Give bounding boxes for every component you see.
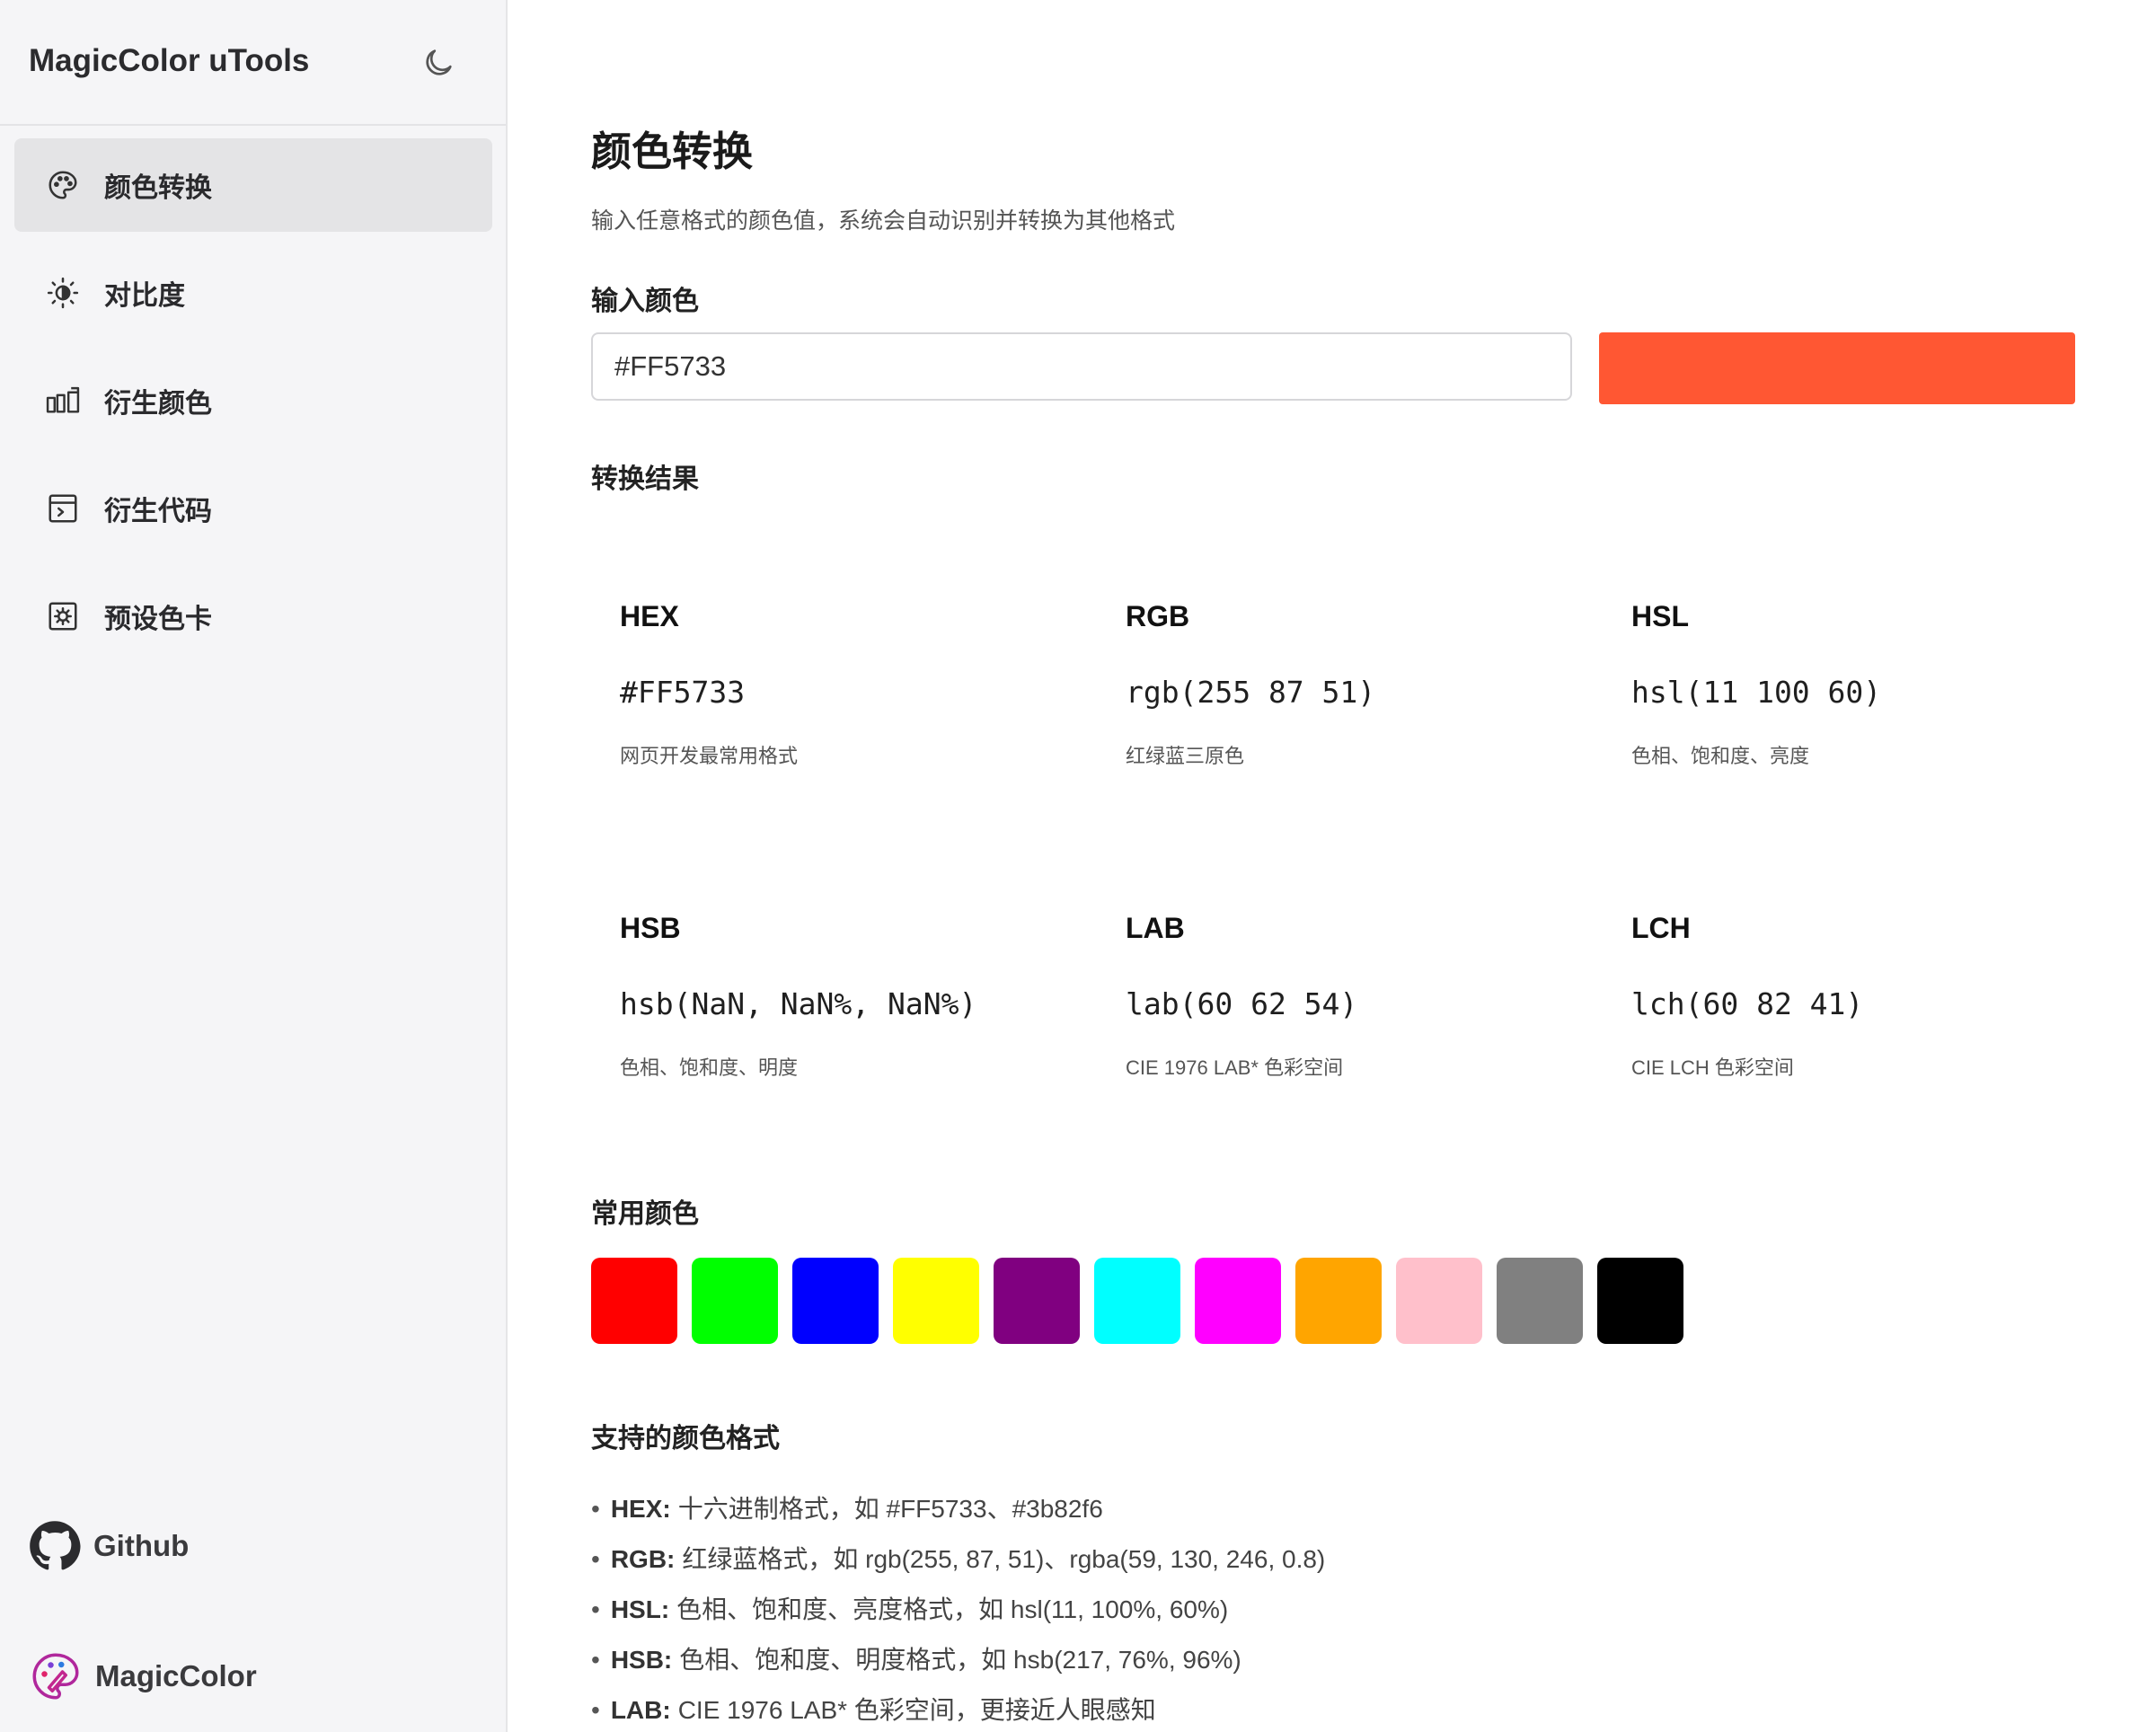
sidebar-item-label: 对比度 <box>104 281 185 311</box>
sidebar-item-label: 预设色卡 <box>104 605 212 634</box>
common-colors <box>591 1258 1698 1344</box>
sidebar-item-preset-cards[interactable]: 预设色卡 <box>14 570 492 663</box>
format-list-item: • HSB: 色相、饱和度、明度格式，如 hsb(217, 76%, 96%) <box>591 1635 1325 1685</box>
magiccolor-logo-icon <box>32 1653 79 1700</box>
format-key: LAB: <box>610 1696 671 1724</box>
github-link[interactable]: Github <box>29 1520 189 1572</box>
format-list-item: • HSL: 色相、饱和度、亮度格式，如 hsl(11, 100%, 60%) <box>591 1585 1325 1635</box>
format-name: LCH <box>1631 912 1691 944</box>
format-key: RGB: <box>610 1545 676 1573</box>
format-hint: 网页开发最常用格式 <box>620 745 799 767</box>
format-value[interactable]: lab(60 62 54) <box>1126 986 1611 1021</box>
format-value[interactable]: lch(60 82 41) <box>1631 986 2116 1021</box>
brand-row: MagicColor uTools <box>0 0 506 126</box>
color-input[interactable] <box>591 332 1572 401</box>
code-icon <box>45 490 81 526</box>
format-value[interactable]: rgb(255 87 51) <box>1126 675 1611 710</box>
page-description: 输入任意格式的颜色值，系统会自动识别并转换为其他格式 <box>591 208 1176 234</box>
preset-icon <box>45 598 81 634</box>
magiccolor-link[interactable]: MagicColor <box>29 1649 257 1703</box>
color-swatch[interactable] <box>1295 1258 1382 1344</box>
result-card-hsb: HSB hsb(NaN, NaN%, NaN%) 色相、饱和度、明度 <box>620 912 1105 1081</box>
bullet: • <box>591 1646 600 1674</box>
result-card-rgb: RGB rgb(255 87 51) 红绿蓝三原色 <box>1126 600 1611 769</box>
color-swatch[interactable] <box>692 1258 778 1344</box>
format-key: HSL: <box>610 1595 670 1623</box>
derive-icon <box>45 383 81 419</box>
format-hint: 色相、饱和度、亮度 <box>1631 745 1810 767</box>
color-swatch[interactable] <box>591 1258 677 1344</box>
color-swatch[interactable] <box>893 1258 979 1344</box>
contrast-icon <box>45 275 81 311</box>
bullet: • <box>591 1495 600 1523</box>
palette-icon <box>45 167 81 203</box>
sidebar-item-label: 衍生颜色 <box>104 389 212 419</box>
format-list-item: • RGB: 红绿蓝格式，如 rgb(255, 87, 51)、rgba(59, 1… <box>591 1534 1325 1585</box>
magiccolor-label: MagicColor <box>95 1659 257 1692</box>
results-title: 转换结果 <box>591 464 699 494</box>
result-card-hsl: HSL hsl(11 100 60) 色相、饱和度、亮度 <box>1631 600 2116 769</box>
bullet: • <box>591 1545 600 1573</box>
formats-title: 支持的颜色格式 <box>591 1424 780 1454</box>
app-title: MagicColor uTools <box>29 43 310 78</box>
format-key: HSB: <box>610 1646 673 1674</box>
format-value[interactable]: #FF5733 <box>620 675 1105 710</box>
sidebar-item-contrast[interactable]: 对比度 <box>14 246 492 340</box>
bullet: • <box>591 1696 600 1724</box>
result-card-lab: LAB lab(60 62 54) CIE 1976 LAB* 色彩空间 <box>1126 912 1611 1081</box>
format-description: 十六进制格式，如 #FF5733、#3b82f6 <box>677 1495 1103 1523</box>
github-icon <box>30 1521 81 1570</box>
color-swatch[interactable] <box>1396 1258 1482 1344</box>
color-swatch[interactable] <box>792 1258 879 1344</box>
sidebar-item-derived-code[interactable]: 衍生代码 <box>14 462 492 555</box>
format-value[interactable]: hsl(11 100 60) <box>1631 675 2116 710</box>
format-description: 色相、饱和度、明度格式，如 hsb(217, 76%, 96%) <box>679 1646 1241 1674</box>
format-hint: 红绿蓝三原色 <box>1126 745 1245 767</box>
supported-formats-list: • HEX: 十六进制格式，如 #FF5733、#3b82f6 • RGB: 红绿蓝格式，… <box>591 1484 1325 1732</box>
color-preview <box>1599 332 2075 404</box>
result-card-lch: LCH lch(60 82 41) CIE LCH 色彩空间 <box>1631 912 2116 1081</box>
format-name: RGB <box>1126 600 1190 632</box>
format-description: 红绿蓝格式，如 rgb(255, 87, 51)、rgba(59, 130, 2… <box>682 1545 1326 1573</box>
color-swatch[interactable] <box>1597 1258 1683 1344</box>
format-name: HSL <box>1631 600 1689 632</box>
format-hint: 色相、饱和度、明度 <box>620 1056 799 1079</box>
github-label: Github <box>93 1529 190 1562</box>
sidebar-item-color-convert[interactable]: 颜色转换 <box>14 138 492 232</box>
format-name: HSB <box>620 912 681 944</box>
color-swatch[interactable] <box>994 1258 1080 1344</box>
sidebar-nav: 颜色转换 对比度 衍生颜色 衍生代码 预设色卡 <box>14 138 492 677</box>
format-hint: CIE LCH 色彩空间 <box>1631 1056 1794 1079</box>
format-name: LAB <box>1126 912 1185 944</box>
moon-icon <box>426 49 452 75</box>
sidebar: MagicColor uTools 颜色转换 对比度 衍生颜色 衍生代码 预设色… <box>0 0 508 1732</box>
format-list-item: • HEX: 十六进制格式，如 #FF5733、#3b82f6 <box>591 1484 1325 1534</box>
input-label: 输入颜色 <box>591 287 699 316</box>
format-name: HEX <box>620 600 679 632</box>
color-swatch[interactable] <box>1094 1258 1180 1344</box>
theme-toggle-button[interactable] <box>419 43 458 83</box>
format-key: HEX: <box>610 1495 671 1523</box>
common-colors-title: 常用颜色 <box>591 1199 699 1229</box>
format-hint: CIE 1976 LAB* 色彩空间 <box>1126 1056 1344 1079</box>
format-description: CIE 1976 LAB* 色彩空间，更接近人眼感知 <box>677 1696 1156 1724</box>
bullet: • <box>591 1595 600 1623</box>
format-description: 色相、饱和度、亮度格式，如 hsl(11, 100%, 60%) <box>676 1595 1229 1623</box>
sidebar-item-label: 衍生代码 <box>104 497 212 526</box>
sidebar-item-derived-colors[interactable]: 衍生颜色 <box>14 354 492 447</box>
sidebar-item-label: 颜色转换 <box>104 173 212 203</box>
format-value[interactable]: hsb(NaN, NaN%, NaN%) <box>620 986 1105 1021</box>
result-card-hex: HEX #FF5733 网页开发最常用格式 <box>620 600 1105 769</box>
page-title: 颜色转换 <box>591 128 754 174</box>
format-list-item: • LAB: CIE 1976 LAB* 色彩空间，更接近人眼感知 <box>591 1685 1325 1732</box>
color-swatch[interactable] <box>1195 1258 1281 1344</box>
color-swatch[interactable] <box>1497 1258 1583 1344</box>
